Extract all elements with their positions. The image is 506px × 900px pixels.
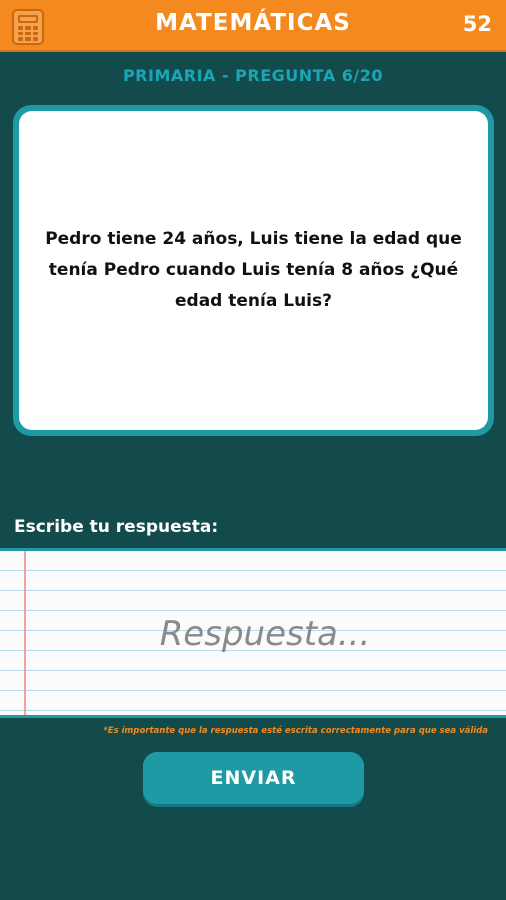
validity-note: *Es importante que la respuesta esté esc… bbox=[103, 726, 488, 736]
question-card: Pedro tiene 24 años, Luis tiene la edad … bbox=[13, 105, 494, 436]
send-button[interactable]: ENVIAR bbox=[143, 752, 364, 804]
level-subtitle: PRIMARIA - PREGUNTA 6/20 bbox=[122, 66, 384, 85]
answer-label: Escribe tu respuesta: bbox=[14, 517, 219, 537]
question-card-body: Pedro tiene 24 años, Luis tiene la edad … bbox=[19, 111, 488, 430]
notebook-margin-line bbox=[24, 551, 26, 715]
answer-notebook bbox=[0, 548, 506, 718]
question-text: Pedro tiene 24 años, Luis tiene la edad … bbox=[45, 229, 462, 311]
answer-input[interactable] bbox=[40, 611, 490, 657]
page-title: MATEMÁTICAS bbox=[155, 10, 351, 36]
header-bar: MATEMÁTICAS 52 bbox=[0, 0, 506, 52]
score-counter: 52 bbox=[462, 12, 492, 36]
